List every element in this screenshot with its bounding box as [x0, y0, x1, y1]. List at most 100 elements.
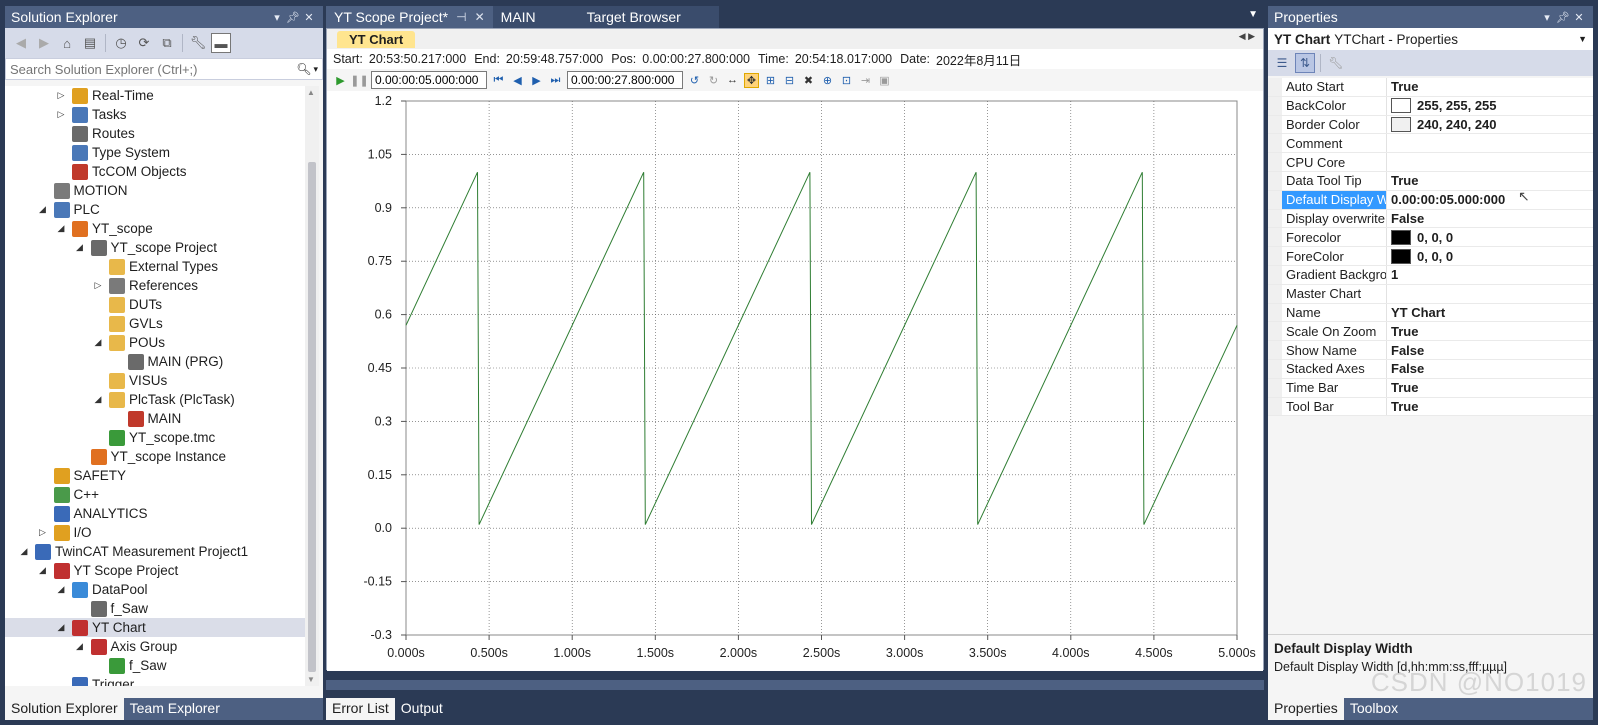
property-value[interactable]: True — [1387, 324, 1593, 339]
property-name[interactable]: ForeColor — [1282, 247, 1387, 265]
tree-node[interactable]: DUTs — [5, 295, 305, 314]
property-name[interactable]: Show Name — [1282, 341, 1387, 359]
collapse-arrow-icon[interactable]: ◢ — [91, 336, 105, 350]
property-value[interactable]: True — [1387, 173, 1593, 188]
property-name[interactable]: Scale On Zoom — [1282, 322, 1387, 341]
property-value[interactable]: 240, 240, 240 — [1387, 116, 1593, 132]
expand-arrow-icon[interactable]: ▷ — [54, 89, 68, 103]
pin-icon[interactable]: 📌︎ — [1555, 11, 1571, 24]
last-icon[interactable]: ⏭ — [548, 73, 563, 88]
undo-icon[interactable]: ↺ — [687, 73, 702, 88]
property-value[interactable]: 255, 255, 255 — [1387, 98, 1593, 114]
tab-properties[interactable]: Properties — [1268, 698, 1344, 720]
back-icon[interactable]: ◀ — [11, 33, 31, 53]
search-options-icon[interactable]: ▾ — [313, 64, 318, 75]
property-name[interactable]: Display overwrite — [1282, 209, 1387, 228]
move-cursor-icon[interactable]: ✥ — [744, 72, 759, 88]
categorized-icon[interactable]: ☰ — [1272, 53, 1292, 73]
tab-main[interactable]: MAIN — [492, 6, 579, 28]
solution-search-input[interactable] — [10, 61, 297, 77]
tree-node[interactable]: ▷ Real-Time — [5, 86, 305, 105]
property-row[interactable]: Name YT Chart — [1268, 303, 1593, 323]
property-name[interactable]: Stacked Axes — [1282, 359, 1387, 378]
next-icon[interactable]: ▶ — [529, 73, 544, 88]
tree-node[interactable]: SAFETY — [5, 466, 305, 485]
property-row[interactable]: Comment — [1268, 134, 1593, 154]
property-pages-icon[interactable]: 🔧︎ — [1326, 53, 1346, 73]
forward-icon[interactable]: ▶ — [34, 33, 54, 53]
tree-node[interactable]: MAIN — [5, 409, 305, 428]
collapse-arrow-icon[interactable]: ◢ — [17, 545, 31, 559]
property-name[interactable]: BackColor — [1282, 96, 1387, 115]
tree-node[interactable]: External Types — [5, 257, 305, 276]
properties-wrench-icon[interactable]: 🔧︎ — [188, 33, 208, 53]
tab-solution-explorer[interactable]: Solution Explorer — [5, 698, 124, 720]
property-name[interactable]: Master Chart — [1282, 284, 1387, 303]
property-row[interactable]: Default Display W 0.00:00:05.000:000 — [1268, 190, 1593, 210]
tree-node[interactable]: ▷ Tasks — [5, 105, 305, 124]
close-icon[interactable]: ✕ — [1571, 11, 1587, 24]
tree-node[interactable]: ◢ YT Chart — [5, 618, 305, 637]
tree-node[interactable]: ◢ POUs — [5, 333, 305, 352]
tree-node[interactable]: ◢ Axis Group — [5, 637, 305, 656]
scroll-down-icon[interactable]: ▼ — [307, 675, 315, 684]
collapse-arrow-icon[interactable]: ◢ — [73, 241, 87, 255]
search-icon[interactable]: 🔍︎ — [296, 62, 311, 76]
scroll-up-icon[interactable]: ▲ — [307, 88, 315, 97]
tab-yt-scope-project[interactable]: YT Scope Project* ⊣ ✕ — [326, 6, 493, 28]
property-name[interactable]: Border Color — [1282, 115, 1387, 134]
property-name[interactable]: Time Bar — [1282, 378, 1387, 397]
yt-chart-plot[interactable]: 1.2 1.05 0.9 0.75 0.6 0.45 0.3 0.15 0.0 -0.15 -0.3… — [327, 91, 1263, 671]
property-row[interactable]: ForeColor 0, 0, 0 — [1268, 247, 1593, 266]
close-icon[interactable]: ✕ — [475, 10, 485, 24]
property-row[interactable]: Tool Bar True — [1268, 397, 1593, 417]
chevron-down-icon[interactable]: ▼ — [1578, 34, 1587, 44]
tree-node[interactable]: ◢ YT_scope Project — [5, 238, 305, 257]
tree-node[interactable]: ANALYTICS — [5, 504, 305, 523]
expand-arrow-icon[interactable]: ▷ — [54, 108, 68, 122]
dropdown-icon[interactable]: ▾ — [269, 11, 285, 24]
tree-node[interactable]: ▷ I/O — [5, 523, 305, 542]
close-icon[interactable]: ✕ — [301, 11, 317, 24]
property-name[interactable]: Auto Start — [1282, 78, 1387, 96]
property-row[interactable]: Border Color 240, 240, 240 — [1268, 115, 1593, 135]
pan-icon[interactable]: ↔ — [725, 73, 740, 88]
solution-tree-scrollbar[interactable]: ▲ ▼ — [305, 86, 319, 686]
collapse-arrow-icon[interactable]: ◢ — [54, 583, 68, 597]
property-row[interactable]: Gradient Backgro 1 — [1268, 265, 1593, 285]
collapse-arrow-icon[interactable]: ◢ — [54, 621, 68, 635]
pin-icon[interactable]: 📌︎ — [285, 11, 301, 24]
tab-output[interactable]: Output — [395, 698, 449, 720]
tab-team-explorer[interactable]: Team Explorer — [124, 698, 226, 720]
dropdown-icon[interactable]: ▾ — [1539, 11, 1555, 24]
property-row[interactable]: Scale On Zoom True — [1268, 322, 1593, 342]
preview-icon[interactable]: ▬ — [211, 33, 231, 53]
tree-node[interactable]: GVLs — [5, 314, 305, 333]
tab-target-browser[interactable]: Target Browser — [578, 6, 719, 28]
pause-icon[interactable]: ❚❚ — [350, 73, 368, 88]
tree-node[interactable]: ◢ YT_scope — [5, 219, 305, 238]
tree-node[interactable]: ◢ DataPool — [5, 580, 305, 599]
property-name[interactable]: Name — [1282, 303, 1387, 322]
redo-icon[interactable]: ↻ — [706, 73, 721, 88]
tab-error-list[interactable]: Error List — [326, 698, 395, 720]
previous-icon[interactable]: ◀ — [510, 73, 525, 88]
property-row[interactable]: Display overwrite False — [1268, 209, 1593, 229]
property-name[interactable]: Forecolor — [1282, 228, 1387, 247]
collapse-arrow-icon[interactable]: ◢ — [36, 564, 50, 578]
property-value[interactable]: 0, 0, 0 — [1387, 229, 1593, 245]
property-value[interactable]: YT Chart — [1387, 305, 1593, 320]
property-value[interactable]: 1 — [1387, 267, 1593, 282]
chart-nav-icon[interactable]: ◀ ▶ — [1239, 31, 1255, 42]
export-icon[interactable]: ⇥ — [858, 73, 873, 88]
tree-node[interactable]: Type System — [5, 143, 305, 162]
property-row[interactable]: Show Name False — [1268, 341, 1593, 360]
tree-node[interactable]: ▷ References — [5, 276, 305, 295]
tree-node[interactable]: ◢ PLC — [5, 200, 305, 219]
property-row[interactable]: Forecolor 0, 0, 0 — [1268, 228, 1593, 248]
collapse-all-icon[interactable]: ⧉ — [157, 33, 177, 53]
zoom-icon[interactable]: ⊕ — [820, 73, 835, 88]
home-icon[interactable]: ⌂ — [57, 33, 77, 53]
pin-icon[interactable]: ⊣ — [456, 10, 466, 24]
property-value[interactable]: True — [1387, 79, 1593, 94]
